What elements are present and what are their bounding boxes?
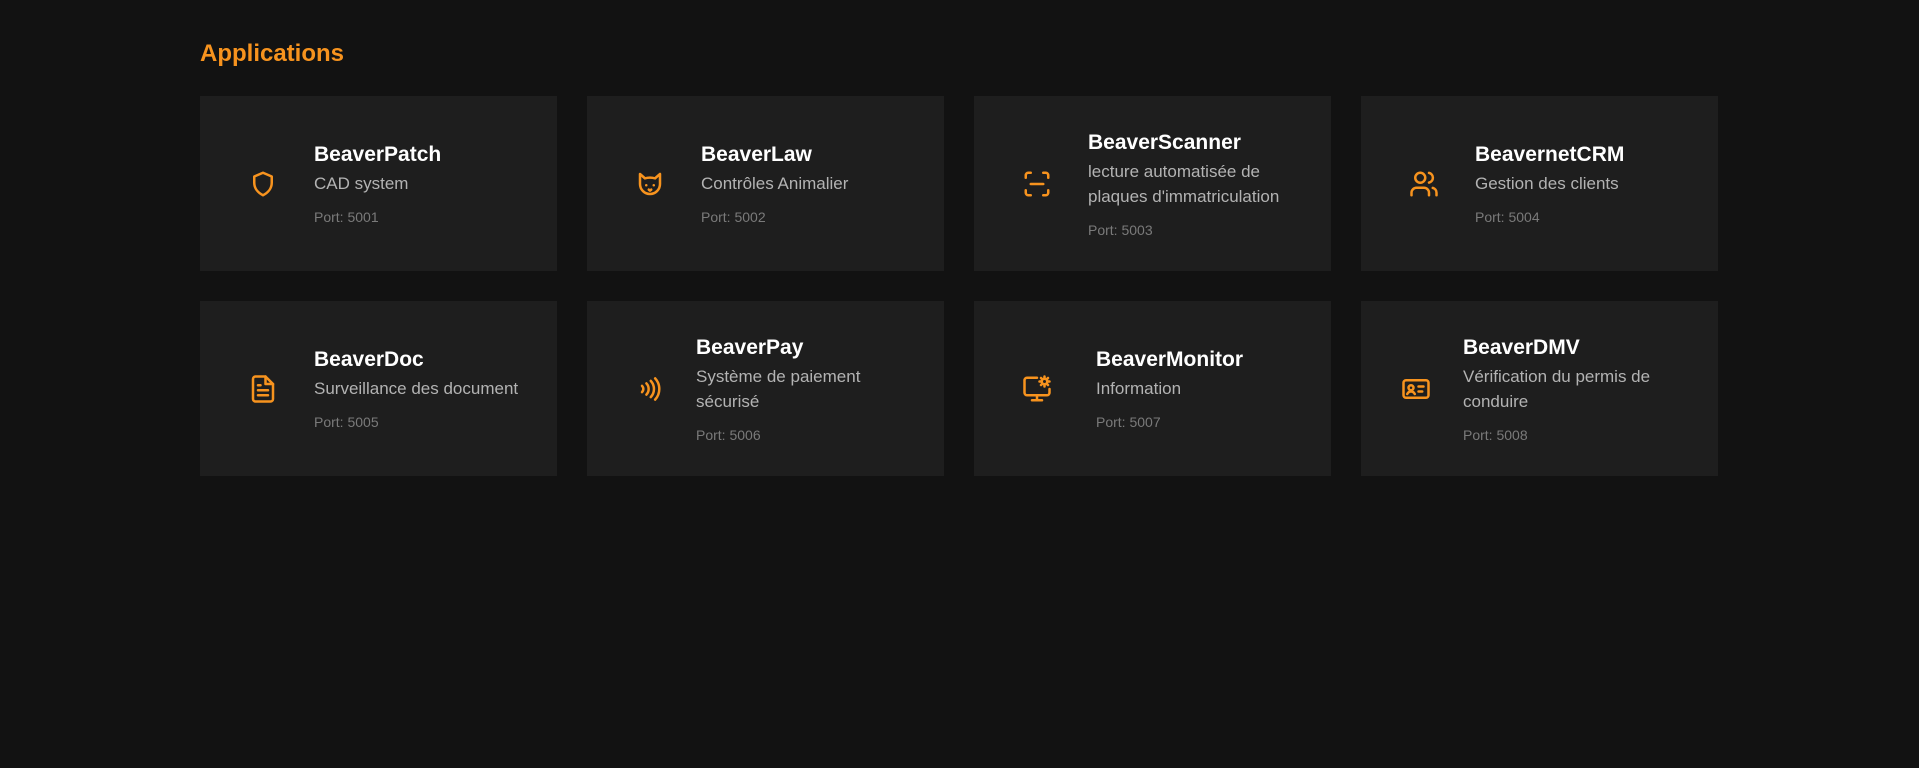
app-port: Port: 5003 xyxy=(1088,221,1153,238)
applications-page: Applications BeaverPatch CAD system Port… xyxy=(0,0,1919,768)
cat-icon xyxy=(635,169,665,199)
app-description: Vérification du permis de conduire xyxy=(1463,366,1651,411)
scan-line-icon xyxy=(1022,169,1052,199)
page-title: Applications xyxy=(200,40,345,67)
app-name: BeaverPatch xyxy=(314,143,442,166)
app-name: BeaverPay xyxy=(696,335,804,359)
users-icon xyxy=(1409,169,1439,199)
app-name: BeaverLaw xyxy=(701,143,812,166)
app-port: Port: 5005 xyxy=(314,414,379,430)
app-name: BeaverScanner xyxy=(1088,130,1241,154)
app-description: lecture automatisée de plaques d'immatri… xyxy=(1088,161,1280,206)
app-description: Surveillance des document xyxy=(314,379,519,398)
app-name: BeaverMonitor xyxy=(1096,348,1244,371)
applications-grid: BeaverPatch CAD system Port: 5001 Beaver… xyxy=(200,96,1919,476)
app-port: Port: 5007 xyxy=(1096,414,1161,430)
app-description: Système de paiement sécurisé xyxy=(696,366,861,411)
app-description: CAD system xyxy=(314,174,409,193)
app-card-beaverdoc[interactable]: BeaverDoc Surveillance des document Port… xyxy=(200,301,557,476)
app-name: BeavernetCRM xyxy=(1475,143,1625,166)
app-name: BeaverDoc xyxy=(314,348,424,371)
app-port: Port: 5002 xyxy=(701,209,766,225)
app-card-beaverdmv[interactable]: BeaverDMV Vérification du permis de cond… xyxy=(1361,301,1718,476)
app-description: Information xyxy=(1096,379,1182,398)
app-card-beaverpatch[interactable]: BeaverPatch CAD system Port: 5001 xyxy=(200,96,557,271)
monitor-cog-icon xyxy=(1022,374,1052,404)
app-port: Port: 5006 xyxy=(696,426,761,443)
id-card-icon xyxy=(1401,374,1431,404)
app-name: BeaverDMV xyxy=(1463,335,1580,359)
app-card-beaverscanner[interactable]: BeaverScanner lecture automatisée de pla… xyxy=(974,96,1331,271)
app-description: Contrôles Animalier xyxy=(701,174,849,193)
app-card-beavermonitor[interactable]: BeaverMonitor Information Port: 5007 xyxy=(974,301,1331,476)
app-description: Gestion des clients xyxy=(1475,174,1619,193)
shield-icon xyxy=(248,169,278,199)
app-port: Port: 5001 xyxy=(314,209,379,225)
app-port: Port: 5004 xyxy=(1475,209,1540,225)
app-port: Port: 5008 xyxy=(1463,426,1528,443)
app-card-beavernetcrm[interactable]: BeavernetCRM Gestion des clients Port: 5… xyxy=(1361,96,1718,271)
app-card-beaverpay[interactable]: BeaverPay Système de paiement sécurisé P… xyxy=(587,301,944,476)
file-text-icon xyxy=(248,374,278,404)
contactless-icon xyxy=(632,374,662,404)
app-card-beaverlaw[interactable]: BeaverLaw Contrôles Animalier Port: 5002 xyxy=(587,96,944,271)
